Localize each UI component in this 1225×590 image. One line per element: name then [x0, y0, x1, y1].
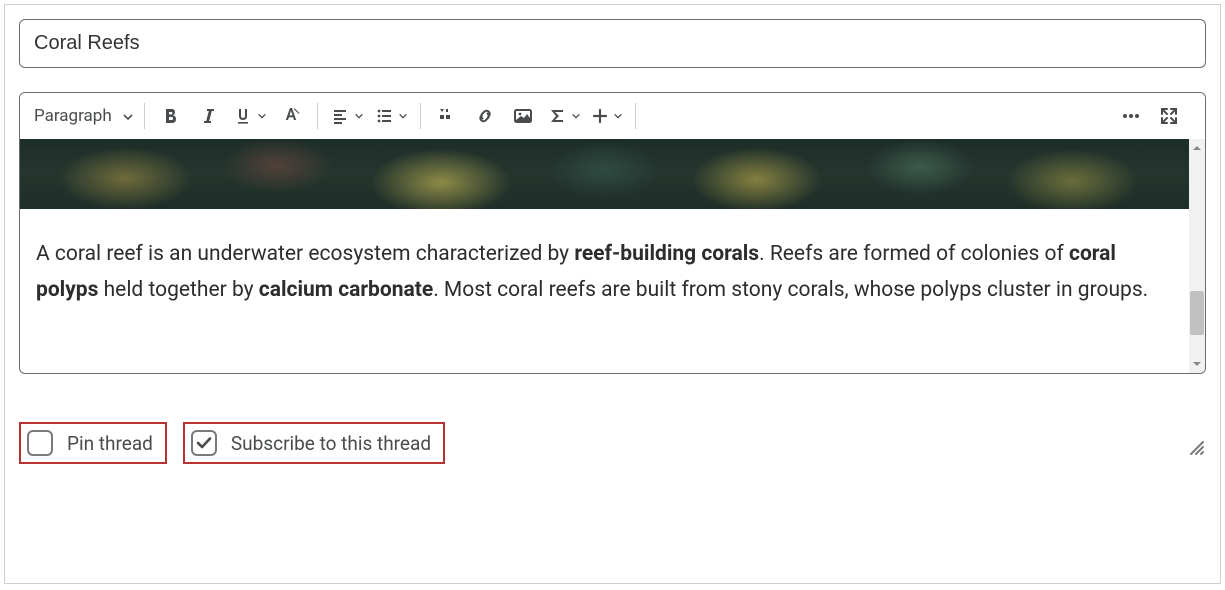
- editor-toolbar: Paragraph: [20, 93, 1205, 139]
- bold-button[interactable]: [157, 102, 185, 130]
- insert-image-button[interactable]: [509, 102, 537, 130]
- subscribe-thread-option[interactable]: Subscribe to this thread: [183, 422, 445, 464]
- insert-more-button[interactable]: [591, 102, 623, 130]
- thread-options: Pin thread Subscribe to this thread: [19, 422, 1206, 464]
- subscribe-thread-checkbox[interactable]: [191, 430, 217, 456]
- pin-thread-option[interactable]: Pin thread: [19, 422, 167, 464]
- coral-reef-image: [20, 139, 1189, 209]
- vertical-scrollbar[interactable]: [1189, 139, 1205, 373]
- paragraph-style-label: Paragraph: [34, 106, 112, 126]
- insert-link-button[interactable]: [471, 102, 499, 130]
- body-paragraph[interactable]: A coral reef is an underwater ecosystem …: [20, 209, 1189, 324]
- italic-button[interactable]: [195, 102, 223, 130]
- chevron-down-icon: [354, 111, 364, 121]
- chevron-down-icon: [398, 111, 408, 121]
- resize-handle-icon[interactable]: [1188, 439, 1206, 461]
- scroll-up-arrow-icon[interactable]: [1191, 142, 1203, 154]
- align-button[interactable]: [330, 102, 364, 130]
- text-color-button[interactable]: [277, 102, 305, 130]
- subscribe-thread-label: Subscribe to this thread: [231, 432, 431, 455]
- more-actions-button[interactable]: [1117, 102, 1145, 130]
- insert-stuff-button[interactable]: [433, 102, 461, 130]
- equation-button[interactable]: [547, 102, 581, 130]
- chevron-down-icon: [122, 111, 132, 121]
- scroll-down-arrow-icon[interactable]: [1191, 358, 1203, 370]
- chevron-down-icon: [571, 111, 581, 121]
- paragraph-style-select[interactable]: Paragraph: [34, 102, 132, 130]
- thread-title-input[interactable]: [19, 19, 1206, 68]
- chevron-down-icon: [613, 111, 623, 121]
- editor-content-area[interactable]: A coral reef is an underwater ecosystem …: [20, 139, 1205, 373]
- toolbar-separator: [635, 103, 636, 129]
- pin-thread-checkbox[interactable]: [27, 430, 53, 456]
- pin-thread-label: Pin thread: [67, 432, 153, 455]
- rich-text-editor: Paragraph: [19, 92, 1206, 374]
- chevron-down-icon: [257, 111, 267, 121]
- scroll-thumb[interactable]: [1190, 291, 1204, 335]
- list-button[interactable]: [374, 102, 408, 130]
- form-panel: Paragraph: [4, 4, 1221, 584]
- fullscreen-button[interactable]: [1155, 102, 1183, 130]
- underline-button[interactable]: [233, 102, 267, 130]
